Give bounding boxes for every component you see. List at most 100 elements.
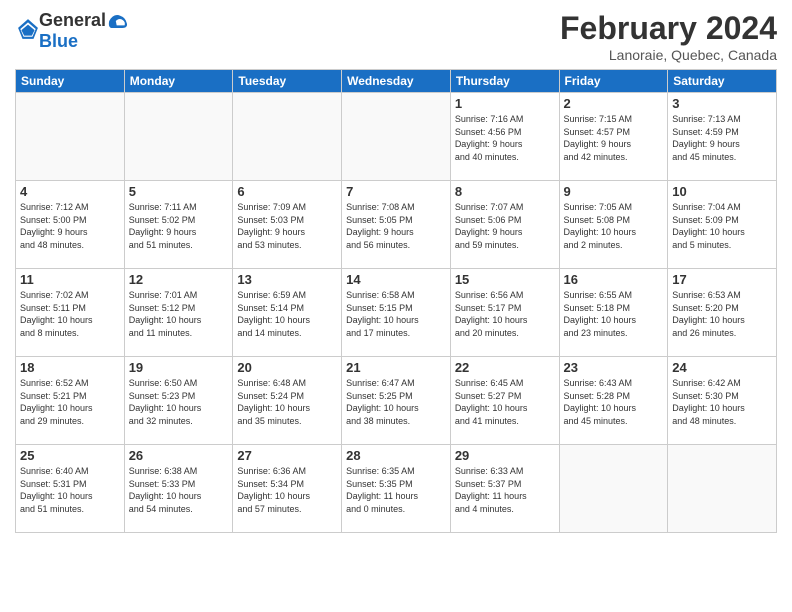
table-row — [233, 93, 342, 181]
table-row: 25 Sunrise: 6:40 AM Sunset: 5:31 PM Dayli… — [16, 445, 125, 533]
table-row — [124, 93, 233, 181]
day-number: 28 — [346, 448, 446, 463]
table-row: 28Sunrise: 6:35 AM Sunset: 5:35 PM Dayli… — [342, 445, 451, 533]
title-block: February 2024 Lanoraie, Quebec, Canada — [560, 10, 777, 63]
table-row: 4 Sunrise: 7:12 AM Sunset: 5:00 PM Daylig… — [16, 181, 125, 269]
day-number: 12 — [129, 272, 229, 287]
table-row: 13 Sunrise: 6:59 AM Sunset: 5:14 PM Dayli… — [233, 269, 342, 357]
day-info: Sunrise: 6:42 AM Sunset: 5:30 PM Dayligh… — [672, 377, 772, 427]
day-number: 22 — [455, 360, 555, 375]
day-number: 1 — [455, 96, 555, 111]
day-number: 20 — [237, 360, 337, 375]
day-number: 8 — [455, 184, 555, 199]
table-row: 8 Sunrise: 7:07 AM Sunset: 5:06 PM Daylig… — [450, 181, 559, 269]
calendar-week-row: 1 Sunrise: 7:16 AM Sunset: 4:56 PM Daylig… — [16, 93, 777, 181]
table-row: 14 Sunrise: 6:58 AM Sunset: 5:15 PM Dayli… — [342, 269, 451, 357]
day-info: Sunrise: 6:43 AM Sunset: 5:28 PM Dayligh… — [564, 377, 664, 427]
day-number: 11 — [20, 272, 120, 287]
logo-blue: Blue — [39, 31, 130, 52]
day-info: Sunrise: 6:47 AM Sunset: 5:25 PM Dayligh… — [346, 377, 446, 427]
day-info: Sunrise: 6:50 AM Sunset: 5:23 PM Dayligh… — [129, 377, 229, 427]
header-saturday: Saturday — [668, 70, 777, 93]
day-info: Sunrise: 6:55 AM Sunset: 5:18 PM Dayligh… — [564, 289, 664, 339]
day-number: 9 — [564, 184, 664, 199]
month-title: February 2024 — [560, 10, 777, 47]
day-number: 21 — [346, 360, 446, 375]
table-row: 12 Sunrise: 7:01 AM Sunset: 5:12 PM Dayli… — [124, 269, 233, 357]
day-info: Sunrise: 7:01 AM Sunset: 5:12 PM Dayligh… — [129, 289, 229, 339]
day-info: Sunrise: 6:40 AM Sunset: 5:31 PM Dayligh… — [20, 465, 120, 515]
table-row: 10 Sunrise: 7:04 AM Sunset: 5:09 PM Dayli… — [668, 181, 777, 269]
calendar-week-row: 11 Sunrise: 7:02 AM Sunset: 5:11 PM Dayli… — [16, 269, 777, 357]
day-number: 17 — [672, 272, 772, 287]
day-info: Sunrise: 7:12 AM Sunset: 5:00 PM Dayligh… — [20, 201, 120, 251]
table-row: 26 Sunrise: 6:38 AM Sunset: 5:33 PM Dayli… — [124, 445, 233, 533]
day-info: Sunrise: 7:13 AM Sunset: 4:59 PM Dayligh… — [672, 113, 772, 163]
day-info: Sunrise: 6:59 AM Sunset: 5:14 PM Dayligh… — [237, 289, 337, 339]
day-info: Sunrise: 6:36 AM Sunset: 5:34 PM Dayligh… — [237, 465, 337, 515]
table-row — [342, 93, 451, 181]
table-row: 24 Sunrise: 6:42 AM Sunset: 5:30 PM Dayli… — [668, 357, 777, 445]
day-number: 5 — [129, 184, 229, 199]
table-row: 2 Sunrise: 7:15 AM Sunset: 4:57 PM Daylig… — [559, 93, 668, 181]
day-info: Sunrise: 7:04 AM Sunset: 5:09 PM Dayligh… — [672, 201, 772, 251]
day-info: Sunrise: 6:53 AM Sunset: 5:20 PM Dayligh… — [672, 289, 772, 339]
table-row: 19 Sunrise: 6:50 AM Sunset: 5:23 PM Dayli… — [124, 357, 233, 445]
weekday-header-row: Sunday Monday Tuesday Wednesday Thursday… — [16, 70, 777, 93]
header-wednesday: Wednesday — [342, 70, 451, 93]
header-sunday: Sunday — [16, 70, 125, 93]
logo-icon — [17, 18, 39, 40]
logo-text: General Blue — [39, 10, 130, 52]
day-number: 7 — [346, 184, 446, 199]
day-number: 2 — [564, 96, 664, 111]
header-thursday: Thursday — [450, 70, 559, 93]
day-number: 29 — [455, 448, 555, 463]
day-info: Sunrise: 6:52 AM Sunset: 5:21 PM Dayligh… — [20, 377, 120, 427]
day-number: 15 — [455, 272, 555, 287]
table-row: 16 Sunrise: 6:55 AM Sunset: 5:18 PM Dayli… — [559, 269, 668, 357]
table-row: 11 Sunrise: 7:02 AM Sunset: 5:11 PM Dayli… — [16, 269, 125, 357]
day-number: 23 — [564, 360, 664, 375]
day-number: 14 — [346, 272, 446, 287]
table-row — [16, 93, 125, 181]
table-row: 17 Sunrise: 6:53 AM Sunset: 5:20 PM Dayli… — [668, 269, 777, 357]
day-number: 4 — [20, 184, 120, 199]
page: General Blue February 2024 Lanoraie, Que… — [0, 0, 792, 612]
day-number: 18 — [20, 360, 120, 375]
header-tuesday: Tuesday — [233, 70, 342, 93]
table-row — [668, 445, 777, 533]
table-row — [559, 445, 668, 533]
day-number: 26 — [129, 448, 229, 463]
day-number: 24 — [672, 360, 772, 375]
day-number: 27 — [237, 448, 337, 463]
table-row: 7 Sunrise: 7:08 AM Sunset: 5:05 PM Daylig… — [342, 181, 451, 269]
logo-general: General — [39, 10, 106, 31]
day-info: Sunrise: 6:38 AM Sunset: 5:33 PM Dayligh… — [129, 465, 229, 515]
logo: General Blue — [15, 10, 130, 52]
table-row: 3 Sunrise: 7:13 AM Sunset: 4:59 PM Daylig… — [668, 93, 777, 181]
day-number: 19 — [129, 360, 229, 375]
day-number: 3 — [672, 96, 772, 111]
table-row: 21 Sunrise: 6:47 AM Sunset: 5:25 PM Dayli… — [342, 357, 451, 445]
calendar-week-row: 4 Sunrise: 7:12 AM Sunset: 5:00 PM Daylig… — [16, 181, 777, 269]
day-number: 13 — [237, 272, 337, 287]
day-info: Sunrise: 6:56 AM Sunset: 5:17 PM Dayligh… — [455, 289, 555, 339]
day-number: 25 — [20, 448, 120, 463]
logo-shape — [107, 11, 129, 31]
day-info: Sunrise: 7:07 AM Sunset: 5:06 PM Dayligh… — [455, 201, 555, 251]
day-number: 16 — [564, 272, 664, 287]
calendar-week-row: 18 Sunrise: 6:52 AM Sunset: 5:21 PM Dayli… — [16, 357, 777, 445]
table-row: 6Sunrise: 7:09 AM Sunset: 5:03 PM Daylig… — [233, 181, 342, 269]
table-row: 27 Sunrise: 6:36 AM Sunset: 5:34 PM Dayli… — [233, 445, 342, 533]
table-row: 22 Sunrise: 6:45 AM Sunset: 5:27 PM Dayli… — [450, 357, 559, 445]
logo-block — [15, 18, 39, 45]
day-info: Sunrise: 6:58 AM Sunset: 5:15 PM Dayligh… — [346, 289, 446, 339]
day-info: Sunrise: 7:08 AM Sunset: 5:05 PM Dayligh… — [346, 201, 446, 251]
day-info: Sunrise: 6:45 AM Sunset: 5:27 PM Dayligh… — [455, 377, 555, 427]
day-info: Sunrise: 7:16 AM Sunset: 4:56 PM Dayligh… — [455, 113, 555, 163]
table-row: 29 Sunrise: 6:33 AM Sunset: 5:37 PM Dayli… — [450, 445, 559, 533]
day-info: Sunrise: 7:15 AM Sunset: 4:57 PM Dayligh… — [564, 113, 664, 163]
day-info: Sunrise: 7:02 AM Sunset: 5:11 PM Dayligh… — [20, 289, 120, 339]
day-info: Sunrise: 6:33 AM Sunset: 5:37 PM Dayligh… — [455, 465, 555, 515]
day-number: 10 — [672, 184, 772, 199]
